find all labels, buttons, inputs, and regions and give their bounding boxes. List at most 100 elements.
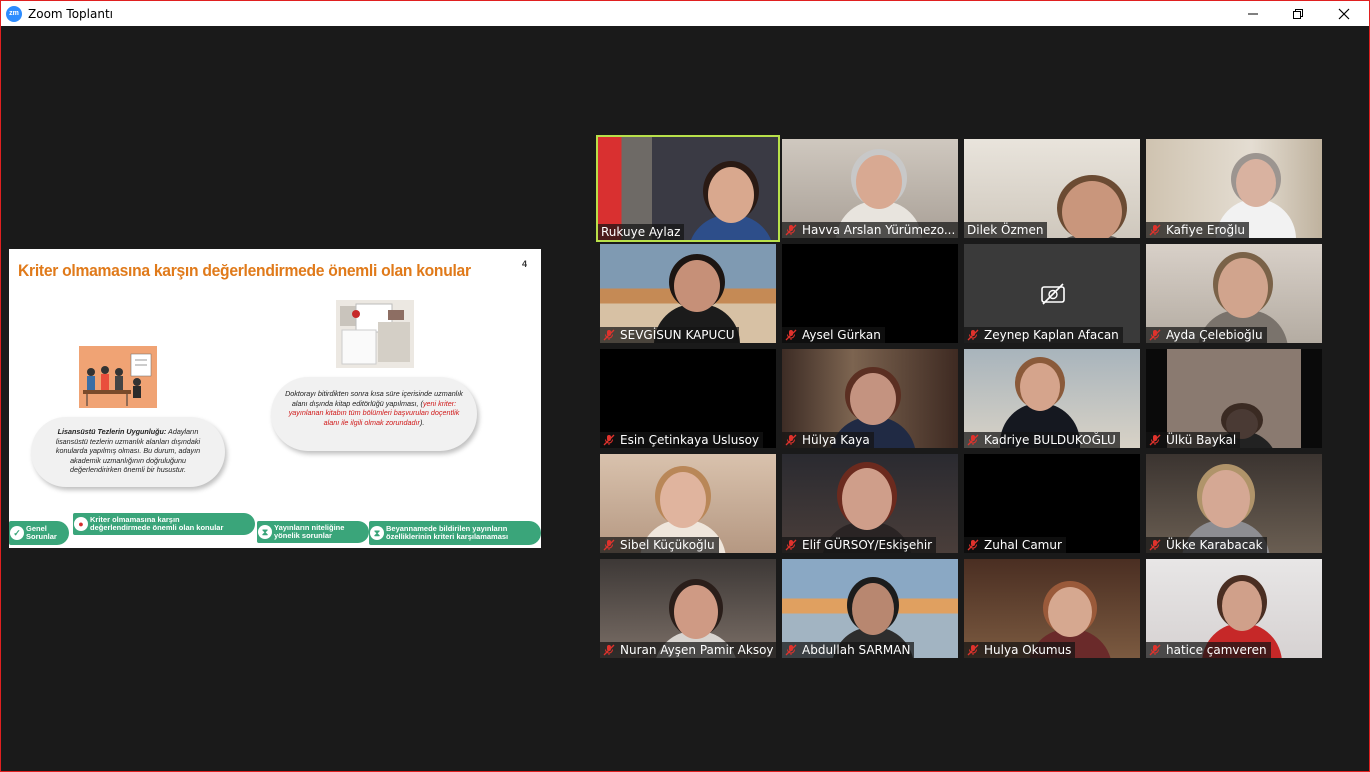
participant-name-label: Zuhal Camur	[964, 537, 1066, 553]
participant-name: Ükke Karabacak	[1166, 538, 1263, 552]
participant-tile[interactable]: Esin Çetinkaya Uslusoy	[600, 349, 776, 448]
muted-mic-icon	[967, 434, 979, 446]
muted-mic-icon	[967, 539, 979, 551]
muted-mic-icon	[1149, 644, 1161, 656]
participant-tile[interactable]: Kafiye Eroğlu	[1146, 139, 1322, 238]
participant-name-label: Hulya Okumus	[964, 642, 1076, 658]
muted-mic-icon	[785, 539, 797, 551]
participant-name: Zuhal Camur	[984, 538, 1062, 552]
title-bar[interactable]: zm Zoom Toplantı	[1, 1, 1369, 26]
participant-name-label: Zeynep Kaplan Afacan	[964, 327, 1123, 343]
participant-tile[interactable]: Dilek Özmen	[964, 139, 1140, 238]
participant-name: Ülkü Baykal	[1166, 433, 1237, 447]
participant-name-label: Elif GÜRSOY/Eskişehir	[782, 537, 937, 553]
participant-tile[interactable]: Rukuye Aylaz	[596, 135, 780, 242]
muted-mic-icon	[785, 644, 797, 656]
nav-pill-line2: özelliklerinin kriteri karşılamaması	[386, 532, 509, 541]
participant-tile[interactable]: Aysel Gürkan	[782, 244, 958, 343]
nav-pill-line2: değerlendirmede önemli olan konular	[90, 523, 224, 532]
participant-tile[interactable]: Ükke Karabacak	[1146, 454, 1322, 553]
participant-tile[interactable]: Ayda Çelebioğlu	[1146, 244, 1322, 343]
participant-name: Kafiye Eroğlu	[1166, 223, 1246, 237]
zoom-app-icon: zm	[6, 5, 22, 22]
nav-pill-beyanname: ⧗ Beyannamede bildirilen yayınların özell…	[369, 521, 541, 545]
bubble-thesis-suitability: Lisansüstü Tezlerin Uygunluğu: Adayların…	[31, 417, 225, 487]
participant-tile[interactable]: Sibel Küçükoğlu	[600, 454, 776, 553]
participant-tile[interactable]: Kadriye BULDUKOĞLU	[964, 349, 1140, 448]
window-title: Zoom Toplantı	[28, 6, 113, 21]
participant-name-label: Ayda Çelebioğlu	[1146, 327, 1267, 343]
participant-name-label: Havva Arslan Yürümezo...	[782, 222, 958, 238]
nav-pill-genel-sorunlar: ✓ Genel Sorunlar	[9, 521, 69, 545]
nav-pill-yayinlarin-niteligi: ⧗ Yayınların niteliğine yönelik sorunlar	[257, 521, 369, 543]
participant-name-label: Ülkü Baykal	[1146, 432, 1241, 448]
participant-name: Ayda Çelebioğlu	[1166, 328, 1263, 342]
participant-name-label: Esin Çetinkaya Uslusoy	[600, 432, 764, 448]
participant-tile[interactable]: SEVGİSUN KAPUCU	[600, 244, 776, 343]
hourglass-icon: ⧗	[258, 525, 272, 539]
participant-tile[interactable]: Hülya Kaya	[782, 349, 958, 448]
participant-tile[interactable]: Zeynep Kaplan Afacan	[964, 244, 1140, 343]
participant-tile[interactable]: Elif GÜRSOY/Eskişehir	[782, 454, 958, 553]
restore-icon	[1293, 8, 1303, 19]
participant-tile[interactable]: Abdullah SARMAN	[782, 559, 958, 658]
participant-name-label: Kadriye BULDUKOĞLU	[964, 432, 1120, 448]
participant-name-label: Nuran Ayşen Pamir Aksoy	[600, 642, 776, 658]
participant-name: Aysel Gürkan	[802, 328, 881, 342]
participant-name: Esin Çetinkaya Uslusoy	[620, 433, 760, 447]
muted-mic-icon	[603, 644, 615, 656]
participant-name: Hülya Kaya	[802, 433, 870, 447]
participant-name: SEVGİSUN KAPUCU	[620, 328, 735, 342]
muted-mic-icon	[1149, 539, 1161, 551]
zoom-window: zm Zoom Toplantı Kriter olmamasına karşı…	[0, 0, 1370, 772]
participant-name-label: Ükke Karabacak	[1146, 537, 1267, 553]
muted-mic-icon	[967, 329, 979, 341]
muted-mic-icon	[785, 224, 797, 236]
participant-name: Havva Arslan Yürümezo...	[802, 223, 956, 237]
close-button[interactable]	[1321, 1, 1367, 26]
muted-mic-icon	[1149, 329, 1161, 341]
location-pin-icon: ●	[74, 517, 88, 531]
nav-pill-line2: Sorunlar	[26, 532, 57, 541]
participant-name: Zeynep Kaplan Afacan	[984, 328, 1119, 342]
participant-tile[interactable]: Ülkü Baykal	[1146, 349, 1322, 448]
books-photo	[336, 300, 414, 368]
nav-pill-kriter-olmamasina: ● Kriter olmamasına karşın değerlendirmed…	[73, 513, 255, 535]
restore-button[interactable]	[1275, 1, 1321, 26]
hourglass-icon: ⧗	[370, 526, 384, 540]
slide-title: Kriter olmamasına karşın değerlendirmede…	[18, 261, 471, 280]
participant-tile[interactable]: Havva Arslan Yürümezo...	[782, 139, 958, 238]
participant-name-label: Abdullah SARMAN	[782, 642, 915, 658]
participant-name: Elif GÜRSOY/Eskişehir	[802, 538, 933, 552]
participant-tile[interactable]: Hulya Okumus	[964, 559, 1140, 658]
camera-off-icon	[1041, 283, 1065, 305]
bubble-left-heading: Lisansüstü Tezlerin Uygunluğu:	[57, 427, 167, 436]
bubble-right-tail: ).	[419, 417, 425, 427]
check-icon: ✓	[10, 526, 24, 540]
participant-name-label: Kafiye Eroğlu	[1146, 222, 1250, 238]
muted-mic-icon	[603, 434, 615, 446]
participant-name: Rukuye Aylaz	[601, 225, 681, 239]
participant-name-label: SEVGİSUN KAPUCU	[600, 327, 739, 343]
participant-name-label: Dilek Özmen	[964, 222, 1048, 238]
muted-mic-icon	[1149, 224, 1161, 236]
participant-tile[interactable]: Zuhal Camur	[964, 454, 1140, 553]
participant-tile[interactable]: Nuran Ayşen Pamir Aksoy	[600, 559, 776, 658]
participant-tile[interactable]: hatice çamveren	[1146, 559, 1322, 658]
participant-name: Nuran Ayşen Pamir Aksoy	[620, 643, 774, 657]
participant-name-label: Aysel Gürkan	[782, 327, 885, 343]
participant-name-label: Rukuye Aylaz	[598, 224, 685, 240]
muted-mic-icon	[1149, 434, 1161, 446]
muted-mic-icon	[603, 539, 615, 551]
participant-name: hatice çamveren	[1166, 643, 1267, 657]
participant-name: Abdullah SARMAN	[802, 643, 911, 657]
muted-mic-icon	[967, 644, 979, 656]
slide-number: 4	[521, 259, 527, 269]
minimize-button[interactable]	[1230, 1, 1276, 26]
participant-name: Hulya Okumus	[984, 643, 1072, 657]
meeting-illustration	[79, 346, 157, 408]
close-icon	[1338, 8, 1350, 19]
muted-mic-icon	[603, 329, 615, 341]
muted-mic-icon	[785, 329, 797, 341]
nav-pill-line2: yönelik sorunlar	[274, 531, 332, 540]
